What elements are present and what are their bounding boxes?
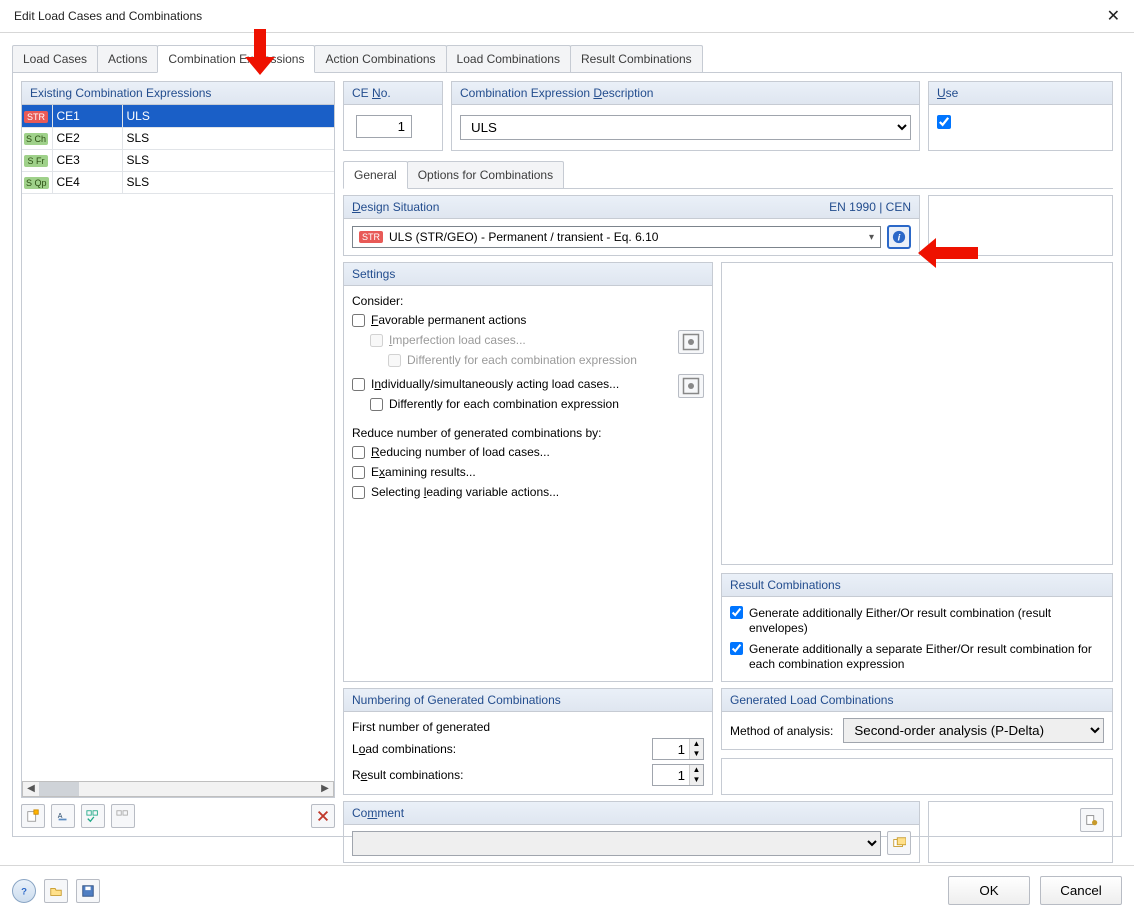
- tab-load-cases[interactable]: Load Cases: [12, 45, 98, 72]
- design-situation-select[interactable]: STR ULS (STR/GEO) - Permanent / transien…: [352, 226, 881, 248]
- load-comb-spin[interactable]: ▲▼: [652, 738, 704, 760]
- ce-no-label: CE No.: [344, 82, 442, 105]
- tab-result-combinations[interactable]: Result Combinations: [570, 45, 703, 72]
- middle-row: Settings Consider: Favorable permanent a…: [343, 262, 1113, 682]
- load-comb-label: Load combinations:: [352, 742, 456, 756]
- dialog-content: Load Cases Actions Combination Expressio…: [0, 33, 1134, 845]
- save-button[interactable]: [76, 879, 100, 903]
- ok-button[interactable]: OK: [948, 876, 1030, 905]
- ce-desc-label: Combination Expression Description: [452, 82, 919, 105]
- glc-panel: Generated Load Combinations Method of an…: [721, 688, 1113, 750]
- sub-tabs: General Options for Combinations: [343, 161, 1113, 189]
- help-button[interactable]: ?: [12, 879, 36, 903]
- glc-header: Generated Load Combinations: [722, 689, 1112, 712]
- table-hscroll[interactable]: ◀▶: [22, 781, 334, 797]
- main-tabs: Load Cases Actions Combination Expressio…: [12, 45, 1122, 73]
- design-value: ULS (STR/GEO) - Permanent / transient - …: [389, 230, 658, 244]
- existing-ce-header: Existing Combination Expressions: [22, 82, 334, 105]
- ce-desc-select[interactable]: ULS: [460, 115, 911, 140]
- new-button[interactable]: [21, 804, 45, 828]
- blank-panel: [721, 262, 1113, 565]
- indiv-config-button[interactable]: [678, 374, 704, 398]
- deselect-button[interactable]: [111, 804, 135, 828]
- titlebar: Edit Load Cases and Combinations ✕: [0, 0, 1134, 33]
- result-comb-label: Result combinations:: [352, 768, 463, 782]
- subtab-options[interactable]: Options for Combinations: [407, 161, 564, 188]
- chk-examining[interactable]: Examining results...: [352, 462, 704, 482]
- consider-label: Consider:: [352, 292, 704, 310]
- ce-no-input[interactable]: [356, 115, 412, 138]
- info-button[interactable]: i: [887, 225, 911, 249]
- chk-imperfection: Imperfection load cases...: [370, 330, 678, 350]
- settings-header: Settings: [344, 263, 712, 286]
- svg-text:i: i: [898, 233, 901, 244]
- cancel-button[interactable]: Cancel: [1040, 876, 1122, 905]
- top-trio: CE No. Combination Expression Descriptio…: [343, 81, 1113, 151]
- settings-panel: Settings Consider: Favorable permanent a…: [343, 262, 713, 682]
- result-combinations-panel: Result Combinations Generate additionall…: [721, 573, 1113, 682]
- table-row[interactable]: S ChCE2SLS: [22, 127, 334, 149]
- table-row[interactable]: S QpCE4SLS: [22, 171, 334, 193]
- ce-desc-panel: Combination Expression Description ULS: [451, 81, 920, 151]
- chk-rc2[interactable]: Generate additionally a separate Either/…: [730, 639, 1104, 675]
- delete-button[interactable]: [311, 804, 335, 828]
- left-toolbar: A: [21, 798, 335, 828]
- comment-row: Comment: [343, 801, 1113, 863]
- design-situation-label: Design Situation: [352, 200, 439, 214]
- tab-combination-expressions[interactable]: Combination Expressions: [157, 45, 315, 73]
- comment-aux-panel: [928, 801, 1113, 863]
- chk-reducing[interactable]: Reducing number of load cases...: [352, 442, 704, 462]
- table-row[interactable]: STRCE1ULS: [22, 105, 334, 127]
- subtab-general[interactable]: General: [343, 161, 408, 189]
- glc-aux-panel: [721, 758, 1113, 795]
- design-badge: STR: [359, 231, 383, 243]
- use-panel: Use: [928, 81, 1113, 151]
- tab-action-combinations[interactable]: Action Combinations: [314, 45, 446, 72]
- design-standard: EN 1990 | CEN: [829, 200, 911, 214]
- reduce-label: Reduce number of generated combinations …: [352, 424, 704, 442]
- rc-header: Result Combinations: [722, 574, 1112, 597]
- chk-rc1[interactable]: Generate additionally Either/Or result c…: [730, 603, 1104, 639]
- use-checkbox[interactable]: [937, 115, 951, 129]
- comment-label: Comment: [344, 802, 919, 825]
- numbering-panel: Numbering of Generated Combinations Firs…: [343, 688, 713, 795]
- close-icon[interactable]: ✕: [1101, 6, 1126, 26]
- comment-panel: Comment: [343, 801, 920, 863]
- existing-ce-panel: Existing Combination Expressions STRCE1U…: [21, 81, 335, 798]
- tab-body: Existing Combination Expressions STRCE1U…: [12, 73, 1122, 837]
- imperfection-config-button[interactable]: [678, 330, 704, 354]
- left-column: Existing Combination Expressions STRCE1U…: [21, 81, 335, 828]
- first-number-label: First number of generated: [352, 718, 704, 736]
- dialog-footer: ? OK Cancel: [0, 865, 1134, 917]
- window-title: Edit Load Cases and Combinations: [14, 9, 202, 23]
- numbering-header: Numbering of Generated Combinations: [344, 689, 712, 712]
- ce-no-panel: CE No.: [343, 81, 443, 151]
- aux-config-button[interactable]: [1080, 808, 1104, 832]
- comment-select[interactable]: [352, 831, 881, 856]
- chk-indiv[interactable]: Individually/simultaneously acting load …: [352, 374, 678, 394]
- right-inner: Result Combinations Generate additionall…: [721, 262, 1113, 682]
- comment-edit-button[interactable]: [887, 831, 911, 855]
- use-label: Use: [929, 82, 1112, 105]
- rename-button[interactable]: A: [51, 804, 75, 828]
- glc-select[interactable]: Second-order analysis (P-Delta): [843, 718, 1104, 743]
- table-row[interactable]: S FrCE3SLS: [22, 149, 334, 171]
- chk-diff1: Differently for each combination express…: [388, 350, 678, 370]
- design-aux-panel: [928, 195, 1113, 256]
- ce-table[interactable]: STRCE1ULSS ChCE2SLSS FrCE3SLSS QpCE4SLS: [22, 105, 334, 194]
- tab-actions[interactable]: Actions: [97, 45, 158, 72]
- glc-label: Method of analysis:: [730, 724, 833, 738]
- chk-diff2[interactable]: Differently for each combination express…: [370, 394, 678, 414]
- chk-selecting[interactable]: Selecting leading variable actions...: [352, 482, 704, 502]
- design-situation-panel: Design Situation EN 1990 | CEN STR ULS (…: [343, 195, 920, 256]
- tab-load-combinations[interactable]: Load Combinations: [446, 45, 571, 72]
- svg-text:?: ?: [21, 886, 27, 897]
- result-comb-spin[interactable]: ▲▼: [652, 764, 704, 786]
- select-all-button[interactable]: [81, 804, 105, 828]
- right-column: CE No. Combination Expression Descriptio…: [343, 81, 1113, 828]
- chk-favorable[interactable]: Favorable permanent actions: [352, 310, 704, 330]
- open-button[interactable]: [44, 879, 68, 903]
